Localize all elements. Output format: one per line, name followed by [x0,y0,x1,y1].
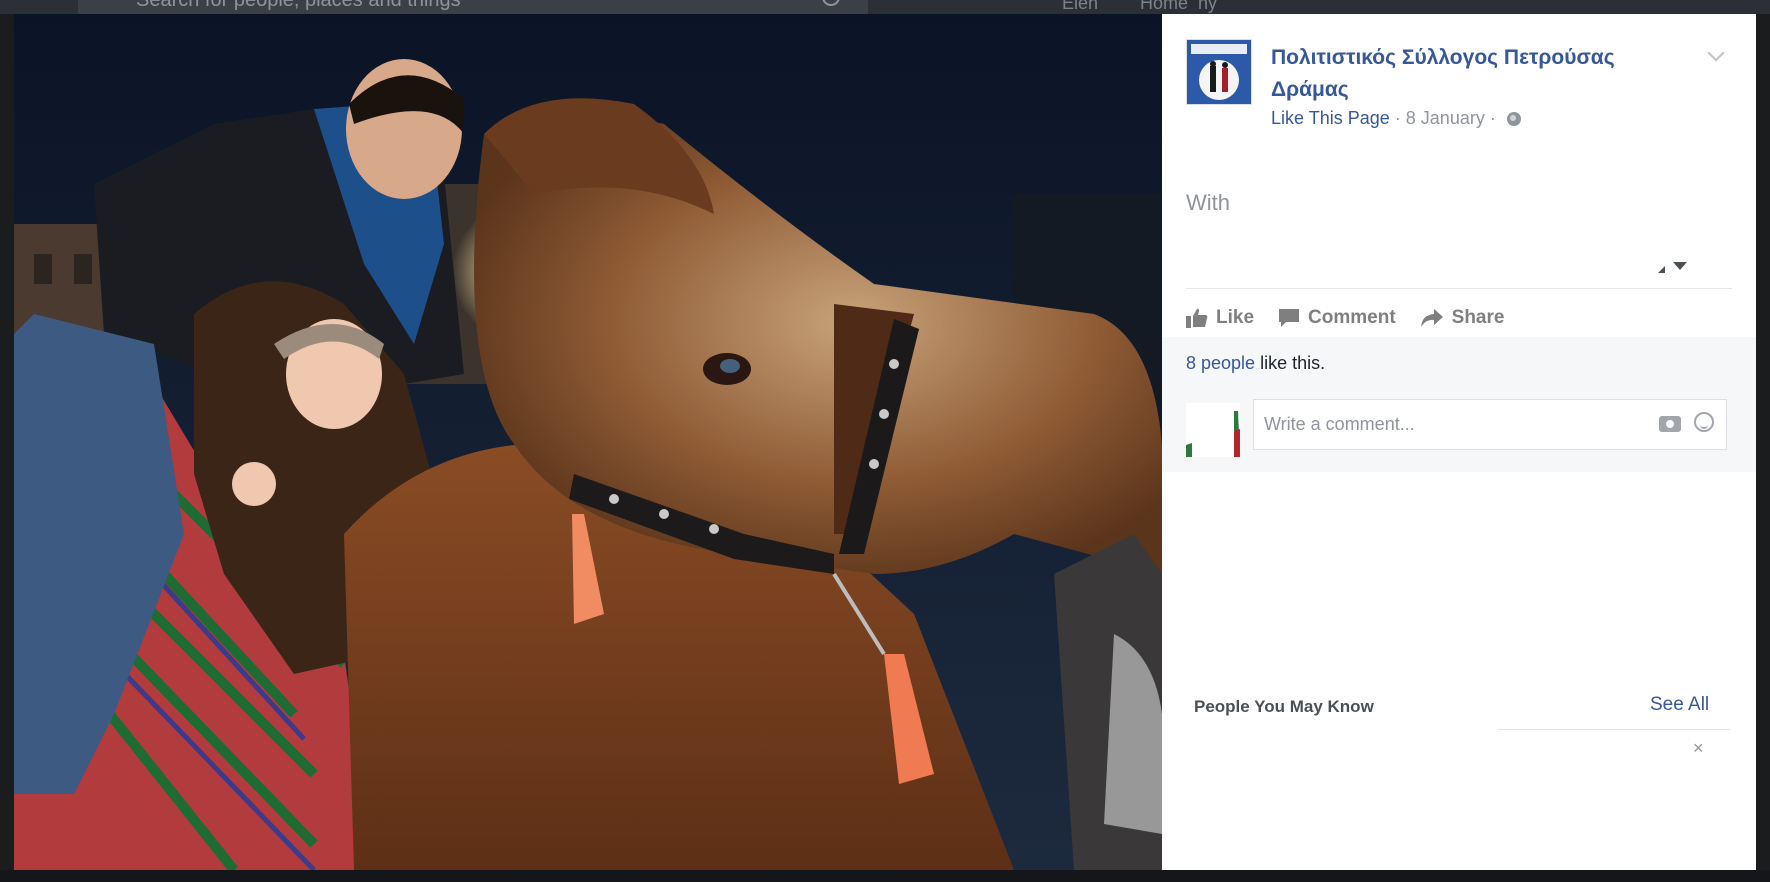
page-name-link[interactable]: Πολιτιστικός Σύλλογος Πετρούσας Δράμας [1271,42,1661,106]
share-icon [1420,309,1443,327]
avatar[interactable] [1186,403,1240,457]
comment-input[interactable] [1262,413,1646,436]
meta-separator: · [1489,108,1496,128]
likes-summary: 8 people like this. [1186,353,1325,374]
photo-man-baby-camel [14,14,1162,870]
post-sidebar: Πολιτιστικός Σύλλογος Πετρούσας Δράμας L… [1162,14,1756,870]
top-navigation-bar: Search for people, places and things Ele… [0,0,1770,14]
share-label: Share [1451,307,1505,328]
see-all-link[interactable]: See All [1650,694,1709,716]
comment-icon [1279,309,1300,327]
page-avatar[interactable] [1186,39,1252,105]
search-placeholder: Search for people, places and things [136,0,461,11]
post-actions: Like Comment Share [1186,301,1504,335]
post-photo[interactable] [14,14,1162,870]
divider [1186,288,1732,289]
meta-separator: · [1394,108,1401,128]
camera-icon[interactable] [1659,416,1681,432]
search-icon[interactable] [822,0,840,6]
like-button[interactable]: Like [1186,307,1254,329]
with-label: With [1186,190,1230,215]
comment-button[interactable]: Comment [1278,307,1396,329]
nav-home-link[interactable]: Home [1140,0,1188,14]
page-logo [1187,40,1251,104]
post-meta: Like This Page · 8 January · [1271,108,1521,129]
bottom-strip [0,870,1770,882]
likes-suffix: like this. [1255,353,1326,373]
comment-label: Comment [1308,307,1396,328]
emoji-icon[interactable] [1694,412,1714,432]
feedback-section: 8 people like this. [1162,337,1756,472]
close-icon[interactable]: × [1693,738,1704,759]
nav-extra-link[interactable]: ny [1198,0,1217,14]
like-this-page-link[interactable]: Like This Page [1271,108,1390,128]
comment-input-box[interactable] [1253,399,1727,450]
share-button[interactable]: Share [1420,307,1505,329]
post-date[interactable]: 8 January [1406,108,1485,128]
globe-icon [1506,112,1521,126]
user-avatar-image [1186,403,1240,457]
chevron-down-icon[interactable] [1707,44,1725,62]
like-label: Like [1216,307,1255,328]
resize-corner-icon [1658,266,1665,273]
search-input[interactable]: Search for people, places and things [78,0,868,14]
nav-profile-link[interactable]: Elen [1062,0,1098,14]
likes-count-link[interactable]: 8 people [1186,353,1255,373]
people-you-may-know-title: People You May Know [1194,697,1374,716]
like-icon [1186,308,1208,328]
divider [1498,729,1730,730]
caret-down-icon[interactable] [1673,262,1687,270]
